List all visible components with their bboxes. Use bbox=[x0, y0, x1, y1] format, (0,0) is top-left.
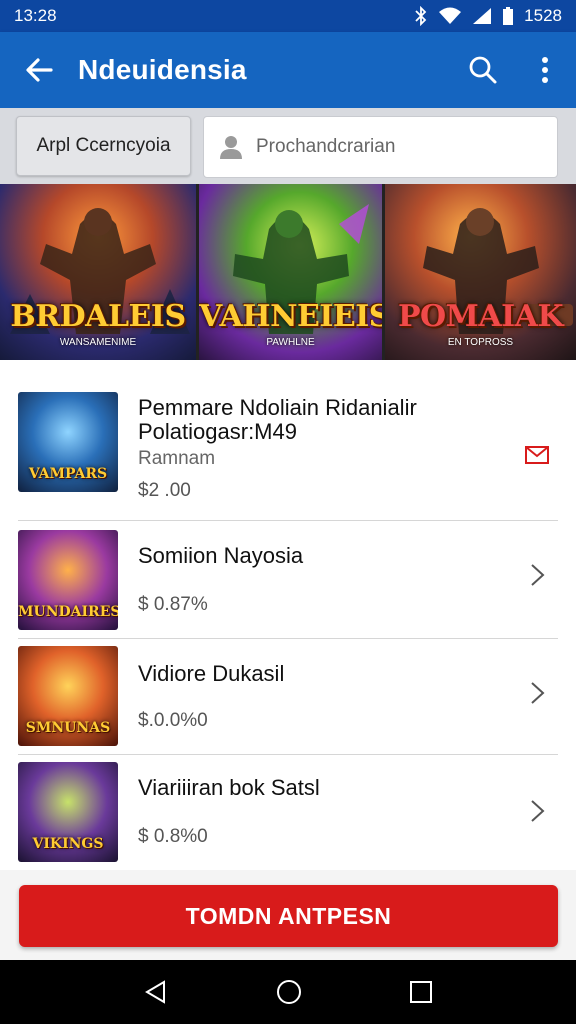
list-item[interactable]: VAMPARS Pemmare Ndoliain Ridanialir Pola… bbox=[0, 360, 576, 520]
item-thumbnail: SMNUNAS bbox=[18, 646, 118, 746]
battery-icon bbox=[503, 7, 514, 25]
search-placeholder: Prochandcrarian bbox=[256, 136, 396, 157]
list-divider bbox=[18, 638, 558, 639]
item-price: $ 0.8%0 bbox=[138, 826, 208, 847]
list-item[interactable]: MUNDAIRES Somiion Nayosia $ 0.87% bbox=[0, 522, 576, 638]
app-bar: Ndeuidensia bbox=[0, 32, 576, 108]
home-circle-icon[interactable] bbox=[275, 978, 303, 1006]
thumbnail-label: MUNDAIRES bbox=[18, 604, 118, 620]
item-name: Somiion Nayosia bbox=[138, 543, 304, 568]
system-nav-bar bbox=[0, 960, 576, 1024]
featured-banners: BRDALEIS WANSAMENIME VAHNEIEIS PAWHLNE P… bbox=[0, 184, 576, 360]
search-button[interactable] bbox=[452, 32, 514, 108]
list-item[interactable]: SMNUNAS Vidiore Dukasil $.0.0%0 bbox=[0, 640, 576, 754]
arrow-back-icon bbox=[26, 58, 53, 82]
item-meta: Ramnam bbox=[138, 448, 216, 469]
status-icons: 1528 bbox=[414, 6, 562, 26]
status-time: 13:28 bbox=[14, 6, 57, 25]
banner-title: POMAIAK bbox=[397, 299, 564, 334]
item-price: $2 .00 bbox=[138, 480, 191, 501]
search-icon bbox=[469, 56, 497, 84]
item-name-line2: Polatiogasr:M49 bbox=[138, 419, 297, 444]
person-icon bbox=[220, 136, 242, 159]
back-triangle-icon[interactable] bbox=[143, 979, 169, 1005]
item-price: $.0.0%0 bbox=[138, 710, 208, 731]
search-field[interactable]: Prochandcrarian bbox=[203, 116, 558, 178]
banner-2[interactable]: VAHNEIEIS PAWHLNE bbox=[199, 184, 382, 360]
filter-row: Arpl Ccerncyoia Prochandcrarian bbox=[0, 108, 576, 184]
thumbnail-label: SMNUNAS bbox=[25, 720, 111, 736]
signal-icon bbox=[473, 8, 492, 24]
recents-square-icon[interactable] bbox=[409, 980, 433, 1004]
product-list: VAMPARS Pemmare Ndoliain Ridanialir Pola… bbox=[0, 360, 576, 870]
page-title: Ndeuidensia bbox=[78, 54, 247, 85]
primary-action-button[interactable]: TOMDN ANTPESN bbox=[19, 885, 558, 947]
banner-subtitle: PAWHLNE bbox=[266, 337, 315, 348]
banner-3[interactable]: POMAIAK EN TOPROSS bbox=[385, 184, 576, 360]
thumbnail-label: VIKINGS bbox=[32, 836, 104, 852]
item-thumbnail: VIKINGS bbox=[18, 762, 118, 862]
category-chip[interactable]: Arpl Ccerncyoia bbox=[16, 116, 191, 176]
back-button[interactable] bbox=[0, 32, 78, 108]
item-thumbnail: MUNDAIRES bbox=[18, 530, 118, 630]
item-name: Pemmare Ndoliain Ridanialir bbox=[138, 395, 417, 420]
item-thumbnail: VAMPARS bbox=[18, 392, 118, 492]
chevron-right-icon[interactable] bbox=[524, 680, 550, 706]
status-bar: 13:28 1528 bbox=[0, 0, 576, 32]
chevron-right-icon[interactable] bbox=[524, 562, 550, 588]
banner-1[interactable]: BRDALEIS WANSAMENIME bbox=[0, 184, 196, 360]
battery-text: 1528 bbox=[524, 6, 562, 25]
banner-subtitle: EN TOPROSS bbox=[447, 337, 514, 348]
list-divider bbox=[18, 754, 558, 755]
banner-title: VAHNEIEIS bbox=[199, 299, 382, 334]
more-vert-icon bbox=[542, 57, 548, 83]
item-price: $ 0.87% bbox=[138, 594, 208, 615]
banner-title: BRDALEIS bbox=[10, 299, 186, 334]
chevron-right-icon[interactable] bbox=[524, 798, 550, 824]
more-button[interactable] bbox=[514, 32, 576, 108]
item-name: Viariiiran bok Satsl bbox=[138, 775, 320, 800]
banner-subtitle: WANSAMENIME bbox=[59, 337, 137, 348]
thumbnail-label: VAMPARS bbox=[28, 466, 108, 482]
list-divider bbox=[18, 520, 558, 521]
list-item[interactable]: VIKINGS Viariiiran bok Satsl $ 0.8%0 bbox=[0, 756, 576, 870]
mail-icon[interactable] bbox=[524, 442, 550, 468]
wifi-icon bbox=[439, 7, 462, 24]
item-name: Vidiore Dukasil bbox=[138, 661, 285, 686]
bluetooth-icon bbox=[415, 6, 427, 26]
